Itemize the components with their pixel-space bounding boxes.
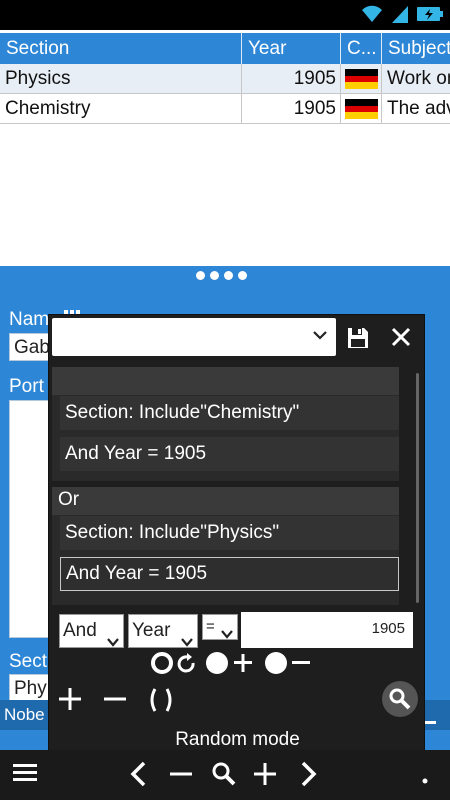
chevron-down-icon bbox=[221, 623, 233, 647]
cell-year: 1905 bbox=[242, 64, 341, 93]
column-header-year[interactable]: Year bbox=[242, 33, 341, 64]
filter-condition[interactable]: And Year = 1905 bbox=[60, 437, 399, 471]
table-header: Section Year C... Subject bbox=[0, 33, 450, 64]
results-table: Section Year C... Subject Physics 1905 W… bbox=[0, 33, 450, 124]
operator-select-value: = bbox=[206, 618, 215, 635]
zoom-out-icon[interactable] bbox=[170, 763, 192, 790]
menu-icon[interactable] bbox=[13, 762, 37, 789]
chevron-down-icon bbox=[107, 626, 119, 658]
filter-condition[interactable]: Section: Include"Chemistry" bbox=[60, 396, 399, 430]
add-to-group-icon[interactable] bbox=[206, 652, 256, 679]
filter-condition[interactable]: Section: Include"Physics" bbox=[60, 516, 399, 550]
battery-charging-icon bbox=[416, 4, 444, 29]
section-label: Sect bbox=[9, 651, 48, 672]
column-header-country[interactable]: C... bbox=[341, 33, 382, 64]
wifi-icon bbox=[360, 4, 384, 29]
filter-condition-selected[interactable]: And Year = 1905 bbox=[60, 557, 399, 591]
filter-group-header[interactable]: Or bbox=[52, 487, 399, 515]
operator-select[interactable]: = bbox=[202, 614, 238, 640]
cell-country bbox=[341, 64, 382, 93]
bottom-navigation bbox=[0, 750, 450, 800]
save-icon[interactable] bbox=[347, 327, 369, 354]
cell-country bbox=[341, 94, 382, 123]
table-row[interactable]: Physics 1905 Work on bbox=[0, 64, 450, 94]
close-icon[interactable] bbox=[391, 327, 411, 352]
field-select[interactable]: Year bbox=[128, 614, 198, 648]
status-bar bbox=[0, 0, 450, 30]
cell-year: 1905 bbox=[242, 94, 341, 123]
remove-from-group-icon[interactable] bbox=[264, 652, 314, 679]
signal-icon bbox=[390, 4, 410, 29]
more-icon[interactable] bbox=[422, 771, 428, 789]
parentheses-icon[interactable] bbox=[147, 687, 175, 718]
logic-select[interactable]: And bbox=[59, 614, 124, 648]
column-header-section[interactable]: Section bbox=[0, 33, 242, 64]
cell-subject: The adv bbox=[387, 98, 450, 119]
apply-search-icon[interactable] bbox=[382, 681, 418, 722]
drag-handle[interactable] bbox=[196, 271, 247, 280]
previous-icon[interactable] bbox=[127, 760, 149, 793]
zoom-in-icon[interactable] bbox=[254, 763, 276, 790]
nobel-bar-label: Nobe bbox=[4, 705, 45, 724]
new-group-icon[interactable] bbox=[151, 652, 201, 679]
scrollbar[interactable] bbox=[416, 373, 419, 603]
table-row[interactable]: Chemistry 1905 The adv bbox=[0, 94, 450, 124]
filter-dialog: Section: Include"Chemistry" And Year = 1… bbox=[48, 314, 425, 760]
portrait-label: Port bbox=[9, 376, 44, 397]
add-condition-icon[interactable] bbox=[59, 688, 81, 715]
cell-subject: Work on bbox=[387, 68, 450, 89]
name-label: Nam bbox=[9, 309, 50, 330]
remove-condition-icon[interactable] bbox=[104, 688, 126, 715]
germany-flag-icon bbox=[345, 99, 378, 119]
saved-filter-select[interactable] bbox=[52, 318, 336, 356]
cell-section: Physics bbox=[0, 64, 242, 93]
column-header-subject[interactable]: Subject bbox=[382, 33, 450, 64]
remove-icon[interactable] bbox=[424, 712, 436, 730]
germany-flag-icon bbox=[345, 69, 378, 89]
value-input[interactable]: 1905 bbox=[241, 612, 413, 648]
field-select-value: Year bbox=[132, 620, 171, 641]
next-icon[interactable] bbox=[298, 760, 320, 793]
chevron-down-icon bbox=[312, 328, 328, 346]
filter-group-header[interactable] bbox=[52, 367, 399, 395]
search-icon[interactable] bbox=[212, 762, 236, 791]
random-mode-button[interactable]: Random mode bbox=[49, 729, 426, 751]
logic-select-value: And bbox=[63, 620, 97, 641]
cell-section: Chemistry bbox=[0, 94, 242, 123]
